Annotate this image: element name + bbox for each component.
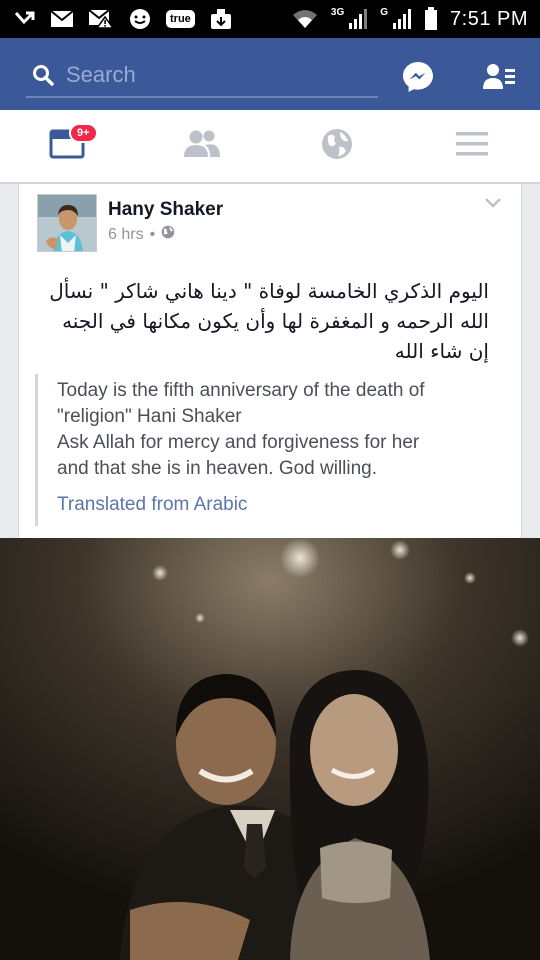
battery-icon — [424, 7, 438, 31]
friend-requests-icon — [183, 129, 221, 164]
post-options-chevron-icon[interactable] — [483, 196, 503, 210]
wifi-icon — [291, 9, 319, 29]
post-time[interactable]: 6 hrs — [108, 226, 144, 244]
tab-menu[interactable] — [432, 110, 512, 182]
post-photo[interactable] — [0, 538, 540, 960]
translated-from-link[interactable]: Translated from Arabic — [57, 494, 247, 516]
messenger-chat-icon — [128, 8, 152, 30]
status-bar: true 3G G 7:51 PM — [0, 0, 540, 38]
signal-g-icon — [392, 8, 412, 30]
tab-bar — [0, 110, 540, 184]
tab-notifications[interactable] — [297, 110, 377, 182]
avatar[interactable] — [37, 194, 97, 252]
search-placeholder: Search — [66, 62, 136, 87]
translation-line: and that she is in heaven. God willing. — [57, 458, 378, 479]
post-author[interactable]: Hany Shaker — [108, 199, 223, 221]
gmail-alert-icon — [88, 9, 114, 29]
download-icon — [209, 8, 233, 30]
search-field[interactable]: Search — [26, 58, 378, 98]
translation-quote-bar — [35, 374, 38, 526]
translation-line: "religion" Hani Shaker — [57, 406, 242, 427]
translation-line: Ask Allah for mercy and forgiveness for … — [57, 432, 420, 453]
net-3g-label: 3G — [330, 6, 345, 18]
post-translation: Today is the fifth anniversary of the de… — [57, 378, 497, 482]
post-meta: 6 hrs • — [108, 225, 175, 244]
signal-3g-icon — [348, 8, 368, 30]
search-underline — [26, 96, 378, 98]
translation-line: Today is the fifth anniversary of the de… — [57, 380, 425, 401]
app-header: Search — [0, 38, 540, 110]
menu-icon — [455, 130, 489, 163]
post-original-text: اليوم الذكري الخامسة لوفاة " دينا هاني ش… — [49, 279, 489, 363]
contacts-list-icon[interactable] — [482, 62, 516, 92]
gmail-icon — [50, 10, 74, 28]
meta-separator: • — [149, 225, 156, 243]
post-card: Hany Shaker 6 hrs • اليوم الذكري الخامسة… — [18, 184, 522, 538]
true-app-icon: true — [166, 10, 195, 28]
search-icon — [32, 64, 54, 86]
globe-icon — [161, 225, 175, 244]
missed-call-icon — [14, 9, 36, 29]
messenger-icon[interactable] — [401, 60, 435, 94]
notification-badge: 9+ — [69, 123, 98, 143]
tab-news-feed[interactable] — [27, 110, 107, 182]
net-g-label: G — [380, 6, 389, 18]
clock: 7:51 PM — [450, 7, 528, 30]
tab-friend-requests[interactable] — [162, 110, 242, 182]
notifications-globe-icon — [320, 127, 354, 166]
